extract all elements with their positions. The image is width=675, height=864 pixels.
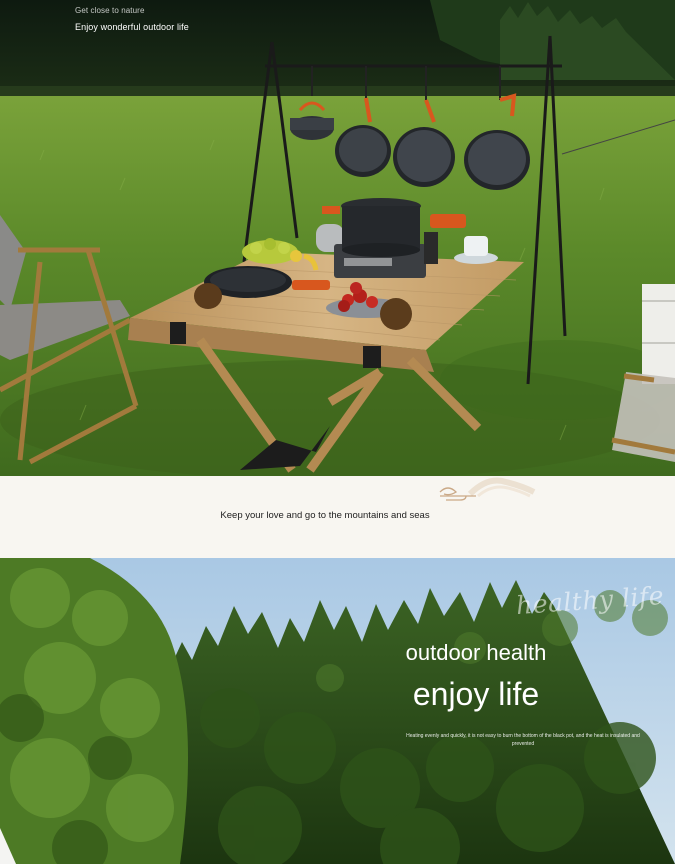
band-tagline: Keep your love and go to the mountains a…: [220, 510, 430, 521]
forest-banner: healthy life outdoor health enjoy life H…: [0, 558, 675, 864]
heading-enjoy-life: enjoy life: [412, 676, 540, 712]
hero-subtitle: Get close to nature: [75, 6, 145, 15]
heading-outdoor-health: outdoor health: [405, 640, 547, 665]
hero-title: Enjoy wonderful outdoor life: [75, 22, 189, 32]
hero-banner: Get close to nature Enjoy wonderful outd…: [0, 0, 675, 476]
divider-band: Keep your love and go to the mountains a…: [0, 476, 675, 558]
description-text: Heating evenly and quickly, it is not ea…: [406, 733, 640, 747]
camping-table-photo: [0, 0, 675, 476]
